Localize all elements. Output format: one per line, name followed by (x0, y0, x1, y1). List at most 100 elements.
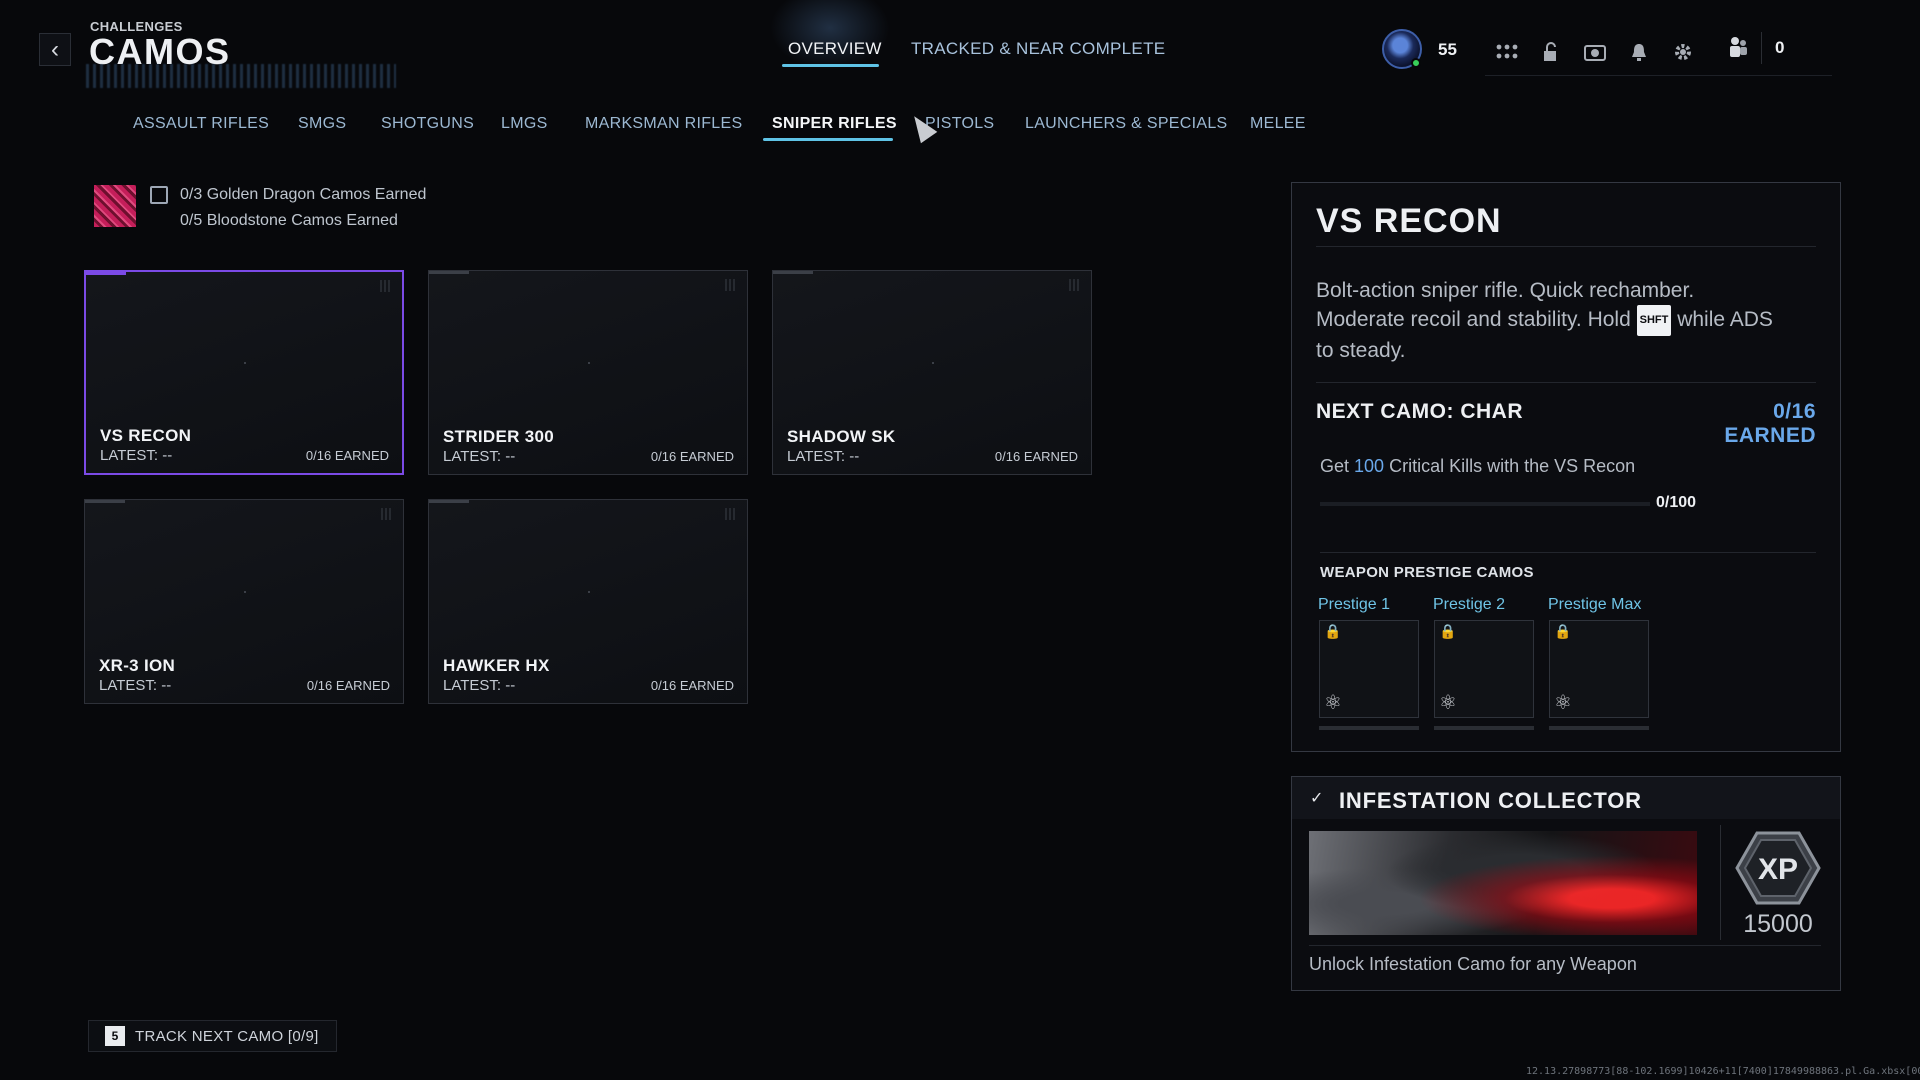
challenge-prefix: Get (1320, 456, 1350, 476)
challenge-description: Get 100 Critical Kills with the VS Recon (1320, 456, 1635, 477)
card-image (244, 362, 246, 365)
tab-glow (770, 0, 890, 70)
grid-icon (1069, 279, 1081, 291)
keybind-hint: 5 (105, 1026, 125, 1046)
prestige-1-card[interactable]: 🔒 ⚛ (1319, 620, 1419, 718)
weapon-latest: LATEST: -- (443, 677, 516, 694)
category-tab-launchers-specials[interactable]: LAUNCHERS & SPECIALS (1025, 115, 1228, 133)
friends-count: 0 (1775, 38, 1785, 57)
category-tab-marksman-rifles[interactable]: MARKSMAN RIFLES (585, 115, 742, 133)
xp-badge-label: XP (1758, 853, 1798, 886)
prestige-max-label: Prestige Max (1548, 596, 1642, 613)
mastery-camo-thumbnail (94, 185, 136, 227)
weapon-card-xr-3-ion[interactable]: XR-3 ION LATEST: -- 0/16 EARNED (84, 499, 404, 704)
infestation-separator (1720, 825, 1721, 940)
card-progress-bar (773, 271, 813, 274)
prestige-emblem-icon: ⚛ (1554, 692, 1572, 714)
weapon-name: XR-3 ION (99, 656, 176, 675)
detail-divider (1320, 552, 1816, 553)
infestation-title: INFESTATION COLLECTOR (1339, 788, 1642, 813)
lock-icon: 🔒 (1439, 623, 1457, 639)
category-tab-sniper-rifles[interactable]: SNIPER RIFLES (772, 115, 897, 133)
prestige-heading: WEAPON PRESTIGE CAMOS (1320, 564, 1534, 581)
weapon-earned: 0/16 EARNED (306, 678, 390, 693)
camera-icon[interactable] (1573, 34, 1617, 70)
card-progress-bar (429, 271, 469, 274)
prestige-max-progress (1549, 726, 1649, 730)
description-line-2: Moderate recoil and stability. Hold (1316, 308, 1631, 332)
grid-icon (381, 508, 393, 520)
category-tab-assault-rifles[interactable]: ASSAULT RIFLES (133, 115, 269, 133)
tab-active-underline (782, 64, 879, 67)
chevron-left-icon: ‹ (51, 35, 59, 63)
next-camo-label: NEXT CAMO: CHAR (1316, 400, 1523, 423)
mastery-golden-dragon: 0/3 Golden Dragon Camos Earned (180, 186, 427, 203)
weapon-earned: 0/16 EARNED (305, 448, 389, 463)
weapon-earned: 0/16 EARNED (650, 678, 734, 693)
detail-divider (1316, 382, 1816, 383)
title-decoration (86, 64, 396, 88)
prestige-2-progress (1434, 726, 1534, 730)
description-line-2b: while ADS (1677, 308, 1773, 332)
card-progress-bar (86, 272, 126, 275)
weapon-name: HAWKER HX (443, 656, 550, 675)
weapon-name: VS RECON (100, 426, 192, 445)
description-line-1: Bolt-action sniper rifle. Quick rechambe… (1316, 279, 1695, 302)
xp-reward-value: 15000 (1743, 910, 1813, 938)
prestige-2-card[interactable]: 🔒 ⚛ (1434, 620, 1534, 718)
grid-icon (725, 279, 737, 291)
xp-badge-icon: XP (1735, 831, 1821, 905)
weapon-earned: 0/16 EARNED (994, 449, 1078, 464)
weapon-card-strider-300[interactable]: STRIDER 300 LATEST: -- 0/16 EARNED (428, 270, 748, 475)
card-image (932, 362, 934, 365)
weapon-card-shadow-sk[interactable]: SHADOW SK LATEST: -- 0/16 EARNED (772, 270, 1092, 475)
infestation-divider (1309, 945, 1821, 946)
weapon-latest: LATEST: -- (99, 677, 172, 694)
card-image (244, 591, 246, 594)
prestige-1-label: Prestige 1 (1318, 596, 1391, 613)
prestige-emblem-icon: ⚛ (1324, 692, 1342, 714)
lock-icon: 🔒 (1324, 623, 1342, 639)
weapon-card-hawker-hx[interactable]: HAWKER HX LATEST: -- 0/16 EARNED (428, 499, 748, 704)
weapon-name: STRIDER 300 (443, 427, 555, 446)
weapon-latest: LATEST: -- (787, 448, 860, 465)
challenge-count: 100 (1354, 456, 1385, 476)
detail-weapon-title: VS RECON (1316, 202, 1502, 240)
category-tab-lmgs[interactable]: LMGS (501, 115, 548, 133)
weapon-card-vs-recon[interactable]: VS RECON LATEST: -- 0/16 EARNED (84, 270, 404, 475)
prestige-1-progress (1319, 726, 1419, 730)
category-tab-melee[interactable]: MELEE (1250, 115, 1306, 133)
description-line-3: to steady. (1316, 339, 1406, 362)
challenge-suffix: Critical Kills with the VS Recon (1389, 456, 1636, 476)
category-active-underline (763, 138, 893, 141)
bell-icon[interactable] (1617, 34, 1661, 70)
detail-divider (1316, 246, 1816, 247)
category-tab-smgs[interactable]: SMGS (298, 115, 346, 133)
weapon-earned: 0/16 EARNED (650, 449, 734, 464)
card-progress-bar (85, 500, 125, 503)
prestige-max-card[interactable]: 🔒 ⚛ (1549, 620, 1649, 718)
card-image (588, 362, 590, 365)
gear-icon[interactable] (1661, 34, 1705, 70)
grid-icon (380, 280, 392, 292)
apps-grid-icon[interactable] (1485, 34, 1529, 70)
grid-icon (725, 508, 737, 520)
infestation-description: Unlock Infestation Camo for any Weapon (1309, 954, 1637, 974)
infestation-camo-image (1309, 831, 1697, 935)
card-progress-bar (429, 500, 469, 503)
header-separator (1761, 32, 1762, 64)
tab-tracked-near-complete[interactable]: TRACKED & NEAR COMPLETE (911, 39, 1165, 59)
track-next-camo-label: TRACK NEXT CAMO [0/9] (135, 1027, 319, 1045)
weapon-latest: LATEST: -- (443, 448, 516, 465)
lock-icon[interactable] (1529, 34, 1573, 70)
category-tab-shotguns[interactable]: SHOTGUNS (381, 115, 474, 133)
mastery-bloodstone: 0/5 Bloodstone Camos Earned (180, 212, 398, 229)
tab-overview[interactable]: OVERVIEW (788, 39, 882, 59)
back-button[interactable]: ‹ (39, 33, 71, 66)
challenge-progress-value: 0/100 (1656, 494, 1697, 511)
build-version-string: 12.13.27898773[88-102.1699]10426+11[7400… (1526, 1066, 1920, 1077)
header-icon-bar (1485, 28, 1707, 76)
friends-icon[interactable] (1727, 35, 1749, 65)
weapon-description: Bolt-action sniper rifle. Quick rechambe… (1316, 276, 1796, 365)
track-next-camo-button[interactable]: 5 TRACK NEXT CAMO [0/9] (88, 1020, 337, 1052)
